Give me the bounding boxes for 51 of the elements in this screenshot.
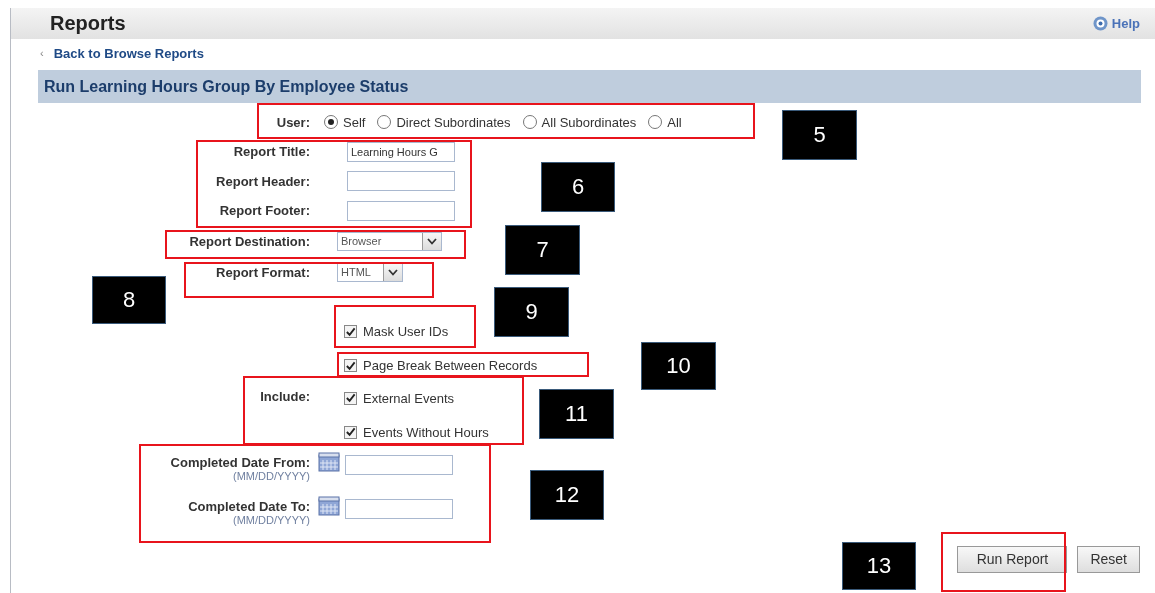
checkmark-icon — [345, 325, 356, 338]
step-number: 5 — [782, 110, 857, 160]
checkbox-option[interactable]: External Events — [344, 390, 489, 406]
reset-button[interactable]: Reset — [1077, 545, 1140, 573]
checkmark-icon — [345, 426, 356, 438]
step-number: 6 — [541, 162, 615, 212]
text-field[interactable] — [347, 171, 455, 192]
field-label: Report Footer: — [218, 203, 310, 219]
date-field[interactable] — [345, 498, 453, 519]
field-label: Include: — [259, 387, 310, 404]
field-label: Report Format: — [215, 264, 310, 280]
step-number: 10 — [641, 342, 716, 390]
text-field[interactable]: Learning Hours G — [347, 141, 455, 162]
chevron-icon — [388, 268, 398, 276]
help-link[interactable]: Help — [1092, 16, 1140, 31]
back-arrow: ‹ — [40, 47, 44, 59]
radio-option[interactable]: Direct Subordinates — [377, 114, 511, 130]
checkbox-option[interactable]: Page Break Between Records — [344, 358, 538, 373]
field-label: Completed Date To: — [188, 498, 310, 514]
destination-dropdown[interactable]: Browser — [337, 231, 442, 251]
help-icon — [1092, 16, 1108, 31]
step-number: 7 — [505, 225, 580, 275]
back-link[interactable]: Back to Browse Reports — [53, 45, 204, 61]
field-label: Completed Date From: — [170, 454, 310, 470]
field-label: Report Title: — [232, 144, 310, 160]
field-label: User: — [275, 114, 310, 130]
checkmark-icon — [345, 392, 356, 404]
field-label: Report Header: — [215, 173, 310, 189]
step-number: 8 — [92, 276, 166, 324]
radio-option[interactable]: All Subordinates — [522, 114, 637, 130]
text-field[interactable] — [347, 200, 455, 221]
checkbox-option[interactable]: Events Without Hours — [344, 424, 489, 440]
checkmark-icon — [345, 359, 356, 372]
date-field[interactable] — [345, 454, 453, 475]
step-number: 12 — [530, 470, 604, 520]
chevron-icon — [427, 237, 437, 245]
radio-option[interactable]: All — [648, 114, 682, 130]
step-number: 11 — [539, 389, 614, 439]
calendar-icon[interactable] — [318, 495, 340, 516]
checkbox-option[interactable]: Mask User IDs — [344, 324, 449, 339]
step-number: 13 — [842, 542, 916, 590]
date-format-hint: (MM/DD/YYYY) — [233, 469, 310, 482]
field-label: Report Destination: — [188, 233, 310, 249]
format-dropdown[interactable]: HTML — [337, 262, 403, 282]
run-report-button[interactable]: Run Report — [957, 545, 1068, 573]
date-format-hint: (MM/DD/YYYY) — [233, 513, 310, 526]
calendar-icon[interactable] — [318, 451, 340, 472]
page-title: Reports — [50, 12, 126, 35]
step-number: 9 — [494, 287, 569, 337]
radio-option[interactable]: Self — [324, 114, 366, 130]
section-title: Run Learning Hours Group By Employee Status — [44, 77, 409, 96]
